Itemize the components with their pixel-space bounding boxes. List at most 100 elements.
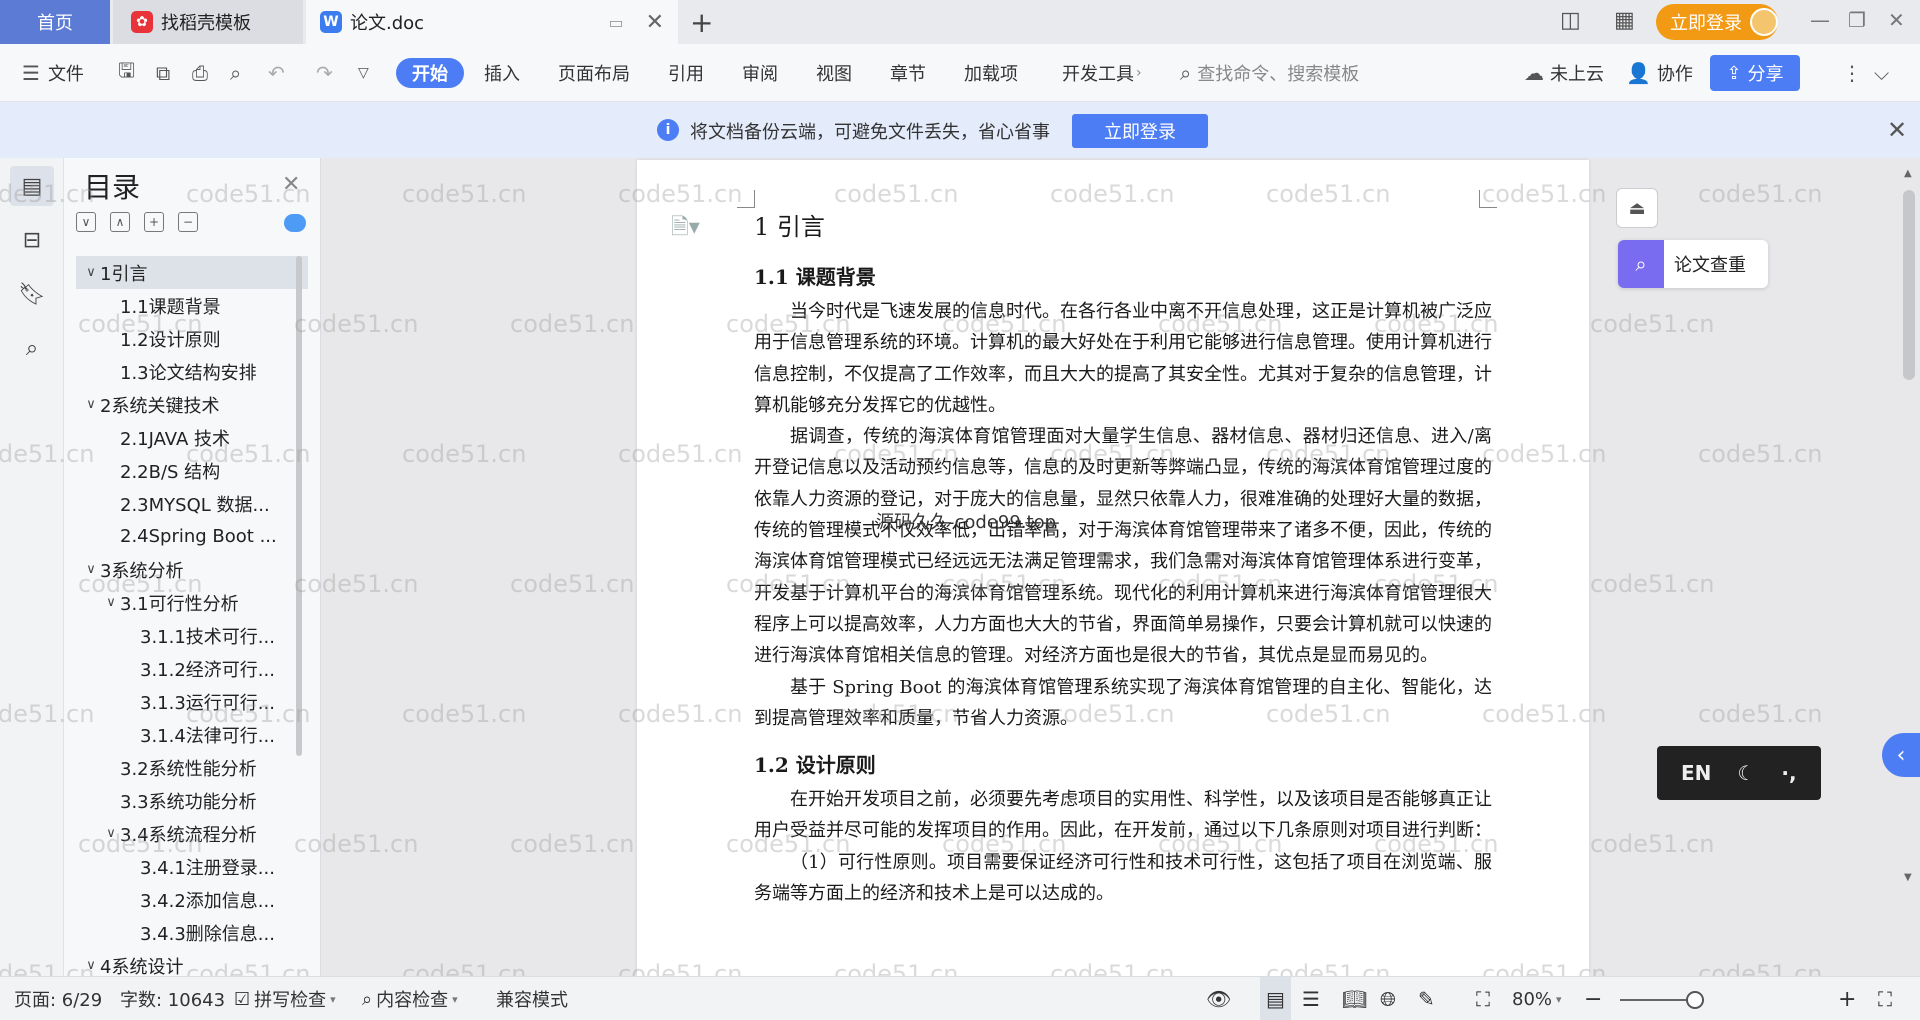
toc-item[interactable]: 2.4Spring Boot ... [76, 520, 308, 553]
grid-apps-icon[interactable]: ▦ [1614, 8, 1635, 33]
close-notice-icon[interactable]: ✕ [1887, 116, 1907, 144]
toc-item[interactable]: 2.1JAVA 技术 [76, 421, 308, 454]
scroll-thumb[interactable] [1903, 190, 1915, 380]
notice-login-button[interactable]: 立即登录 [1072, 114, 1208, 148]
quick-access-dropdown-icon[interactable]: ▽ [358, 44, 369, 102]
print-icon[interactable]: ⎙ [192, 44, 208, 102]
print-preview-icon[interactable]: ⌕ [230, 44, 241, 102]
toc-item[interactable]: 3.1.3运行可行... [76, 685, 308, 718]
undo-icon[interactable]: ↶ [268, 44, 285, 102]
toc-item[interactable]: 1.3论文结构安排 [76, 355, 308, 388]
tab-view[interactable]: 视图 [816, 44, 852, 102]
search-icon[interactable]: ⌕ [10, 328, 54, 368]
toc-item[interactable]: ∨ 2系统关键技术 [76, 388, 308, 421]
tab-template[interactable]: ✿ 找稻壳模板 [113, 0, 303, 44]
chevron-down-icon[interactable]: ∨ [82, 562, 100, 577]
chevron-down-icon[interactable]: ∨ [82, 958, 100, 973]
toc-item[interactable]: ∨ 1引言 [76, 256, 308, 289]
tab-references[interactable]: 引用 [668, 44, 704, 102]
tab-chapter[interactable]: 章节 [890, 44, 926, 102]
toc-item[interactable]: 2.2B/S 结构 [76, 454, 308, 487]
close-tab-icon[interactable]: ✕ [646, 10, 664, 35]
tab-insert[interactable]: 插入 [484, 44, 520, 102]
toc-item[interactable]: 1.2设计原则 [76, 322, 308, 355]
web-view-icon[interactable]: 🌐︎ [1380, 977, 1396, 1020]
expand-all-icon[interactable]: ∨ [76, 212, 96, 232]
share-button[interactable]: ⇪ 分享 [1710, 55, 1800, 91]
zoom-level[interactable]: 80% ▾ [1512, 977, 1562, 1020]
command-search[interactable]: ⌕ 查找命令、搜索模板 [1180, 44, 1359, 102]
toc-item[interactable]: 3.4.1注册登录... [76, 850, 308, 883]
document-page[interactable]: 🗎▾ 1 引言 1.1 课题背景 当今时代是飞速发展的信息时代。在各行各业中离不… [637, 160, 1589, 976]
toc-item[interactable]: ∨ 3.1可行性分析 [76, 586, 308, 619]
expand-side-panel-icon[interactable]: ‹ [1882, 733, 1920, 777]
scroll-up-icon[interactable]: ▲ [1904, 168, 1912, 179]
collapse-all-icon[interactable]: ∧ [110, 212, 130, 232]
tab-document[interactable]: W 论文.doc ▭ ✕ [306, 0, 678, 44]
compat-mode[interactable]: 兼容模式 [496, 977, 568, 1020]
tab-review[interactable]: 审阅 [742, 44, 778, 102]
toc-item[interactable]: 3.1.2经济可行... [76, 652, 308, 685]
login-button[interactable]: 立即登录 [1656, 4, 1778, 40]
toc-item[interactable]: 2.3MYSQL 数据... [76, 487, 308, 520]
zoom-out-icon[interactable]: − [1584, 977, 1602, 1020]
layout-icon[interactable]: ◫ [1560, 8, 1581, 33]
cloud-status[interactable]: ☁ 未上云 [1524, 44, 1604, 102]
remove-heading-icon[interactable]: − [178, 212, 198, 232]
chapter-nav-icon[interactable]: ⊟ [10, 220, 54, 260]
paragraph-format-icon[interactable]: 🗎▾ [671, 210, 700, 248]
toc-item[interactable]: 3.4.3删除信息... [76, 916, 308, 949]
page-view-icon[interactable]: ▤ [1260, 977, 1291, 1020]
toc-item[interactable]: 3.1.1技术可行... [76, 619, 308, 652]
toc-item[interactable]: 3.3系统功能分析 [76, 784, 308, 817]
export-pdf-icon[interactable]: ⧉ [156, 44, 170, 102]
chevron-down-icon[interactable]: ∨ [82, 397, 100, 412]
file-menu[interactable]: ☰ 文件 [22, 44, 84, 102]
eye-protection-icon[interactable]: 👁︎ [1206, 977, 1231, 1020]
toc-item[interactable]: ∨ 3.4系统流程分析 [76, 817, 308, 850]
zoom-in-icon[interactable]: + [1838, 977, 1856, 1020]
more-tabs-icon[interactable]: › [1136, 65, 1142, 81]
restore-icon[interactable]: ❐ [1848, 8, 1866, 32]
collapse-panel-icon[interactable]: ⏏ [1616, 188, 1658, 228]
word-count[interactable]: 字数: 10643 [120, 977, 225, 1020]
fit-page-icon[interactable]: ⛶ [1476, 977, 1490, 1020]
plagiarism-check-button[interactable]: ⌕ 论文查重 [1618, 240, 1768, 288]
monitor-icon[interactable]: ▭ [608, 13, 623, 32]
zoom-slider-handle[interactable] [1686, 991, 1704, 1009]
bookmark-icon[interactable]: 🔖︎ [10, 274, 54, 314]
toc-item[interactable]: ∨ 3系统分析 [76, 553, 308, 586]
content-check[interactable]: ⌕ 内容检查 ▾ [362, 977, 458, 1020]
collaborate-button[interactable]: 👤 协作 [1626, 44, 1693, 102]
tab-home[interactable]: 首页 [0, 0, 110, 44]
tab-page-layout[interactable]: 页面布局 [558, 44, 630, 102]
tab-addins[interactable]: 加载项 [964, 44, 1018, 102]
toc-item[interactable]: 1.1课题背景 [76, 289, 308, 322]
toc-item[interactable]: 3.2系统性能分析 [76, 751, 308, 784]
toc-item[interactable]: 3.1.4法律可行... [76, 718, 308, 751]
chevron-down-icon[interactable]: ∨ [82, 265, 100, 280]
tab-start[interactable]: 开始 [396, 58, 464, 88]
toc-item[interactable]: 3.4.2添加信息... [76, 883, 308, 916]
reading-view-icon[interactable]: 📖︎ [1342, 977, 1367, 1020]
chevron-down-icon[interactable]: ∨ [102, 826, 120, 841]
toc-scrollbar[interactable] [296, 256, 302, 756]
ime-toolbar[interactable]: EN ☾ ·, [1657, 746, 1821, 800]
chevron-down-icon[interactable]: ∨ [102, 595, 120, 610]
outline-view-icon[interactable]: ☰ [1302, 977, 1320, 1020]
new-tab-button[interactable]: + [690, 6, 713, 39]
minimize-icon[interactable]: — [1810, 8, 1830, 32]
write-view-icon[interactable]: ✎ [1418, 977, 1435, 1020]
close-window-icon[interactable]: ✕ [1888, 8, 1905, 32]
collapse-ribbon-icon[interactable]: ⌵ [1874, 44, 1889, 102]
outline-icon[interactable]: ▤ [10, 166, 54, 206]
add-heading-icon[interactable]: + [144, 212, 164, 232]
ai-assistant-icon[interactable] [284, 214, 306, 232]
save-icon[interactable]: 🖫 [118, 44, 135, 102]
fullscreen-icon[interactable]: ⛶ [1878, 977, 1892, 1020]
redo-icon[interactable]: ↷ [316, 44, 333, 102]
scroll-down-icon[interactable]: ▼ [1904, 872, 1912, 883]
page-count[interactable]: 页面: 6/29 [14, 977, 102, 1020]
tab-developer[interactable]: 开发工具 › [1062, 44, 1142, 102]
more-options-icon[interactable]: ⋮ [1842, 44, 1862, 102]
